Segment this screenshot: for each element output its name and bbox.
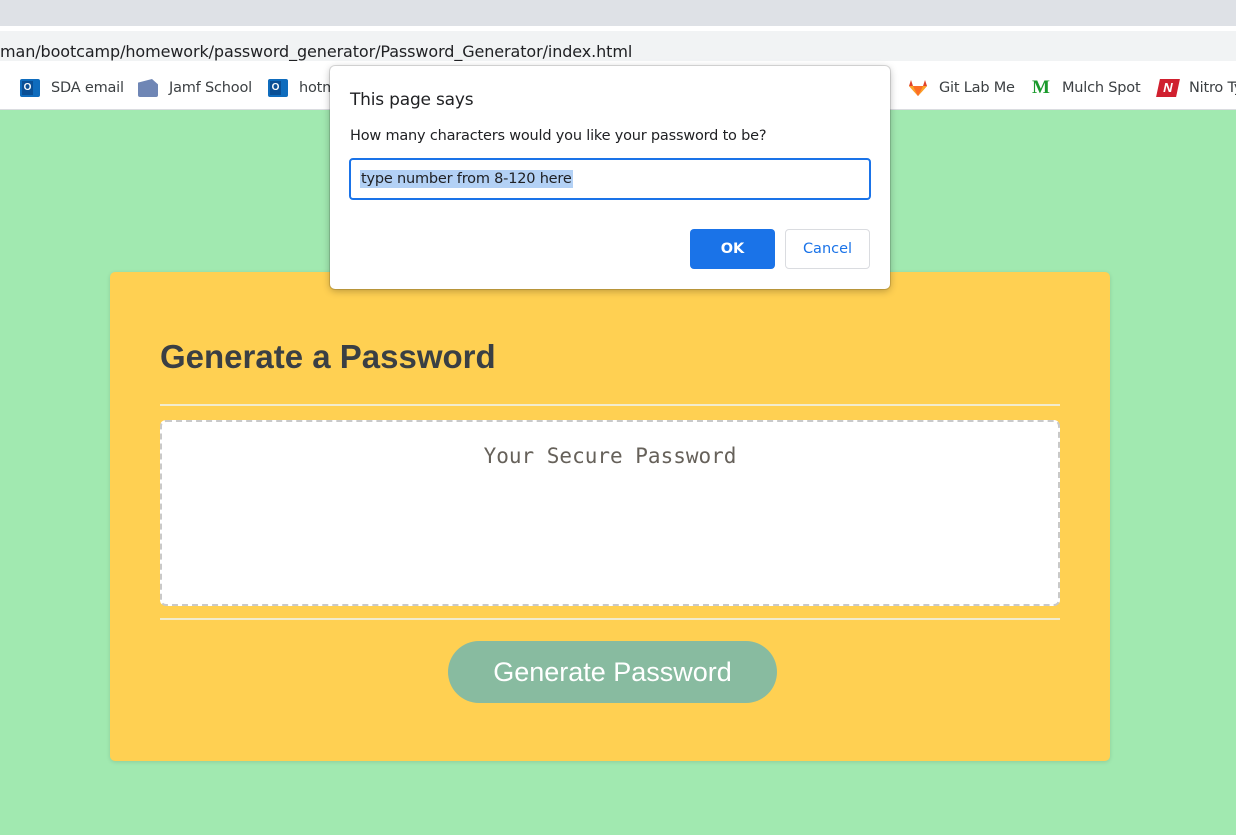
gitlab-icon <box>908 79 928 97</box>
bookmark-nitro[interactable]: N Nitro Ty <box>1156 78 1236 98</box>
bookmark-label: Nitro Ty <box>1189 80 1236 96</box>
dialog-title: This page says <box>350 90 474 110</box>
password-placeholder: Your Secure Password <box>483 444 737 468</box>
dialog-message: How many characters would you like your … <box>350 128 767 144</box>
bookmark-label: Git Lab Me <box>939 80 1015 96</box>
nitro-icon: N <box>1156 79 1180 97</box>
url-text[interactable]: man/bootcamp/homework/password_generator… <box>0 42 632 61</box>
bookmark-git-lab-me[interactable]: Git Lab Me <box>908 78 1015 98</box>
bookmark-label: Mulch Spot <box>1062 80 1141 96</box>
password-output[interactable]: Your Secure Password <box>160 420 1060 606</box>
url-field[interactable]: man/bootcamp/homework/password_generator… <box>0 31 1236 61</box>
jamf-icon <box>138 79 158 97</box>
address-bar: man/bootcamp/homework/password_generator… <box>0 26 1236 65</box>
tab-strip <box>0 0 1236 26</box>
generator-card: Generate a Password Your Secure Password… <box>110 272 1110 761</box>
bookmark-mulch-spot[interactable]: M Mulch Spot <box>1031 77 1141 98</box>
character-count-input[interactable]: type number from 8-120 here <box>349 158 871 200</box>
bookmark-label: SDA email <box>51 80 124 96</box>
divider <box>160 618 1060 620</box>
page-title: Generate a Password <box>160 338 496 375</box>
mulch-icon: M <box>1032 77 1050 98</box>
input-value: type number from 8-120 here <box>360 170 573 188</box>
outlook-icon <box>268 79 288 97</box>
generate-password-button[interactable]: Generate Password <box>448 641 777 703</box>
bookmark-hotmail[interactable]: hotm <box>268 78 336 98</box>
ok-button[interactable]: OK <box>690 229 775 269</box>
bookmark-label: Jamf School <box>169 80 252 96</box>
outlook-icon <box>20 79 40 97</box>
divider <box>160 404 1060 406</box>
prompt-dialog: This page says How many characters would… <box>330 66 890 289</box>
bookmark-sda-email[interactable]: SDA email <box>20 78 124 98</box>
bookmark-jamf-school[interactable]: Jamf School <box>138 78 252 98</box>
cancel-button[interactable]: Cancel <box>785 229 870 269</box>
